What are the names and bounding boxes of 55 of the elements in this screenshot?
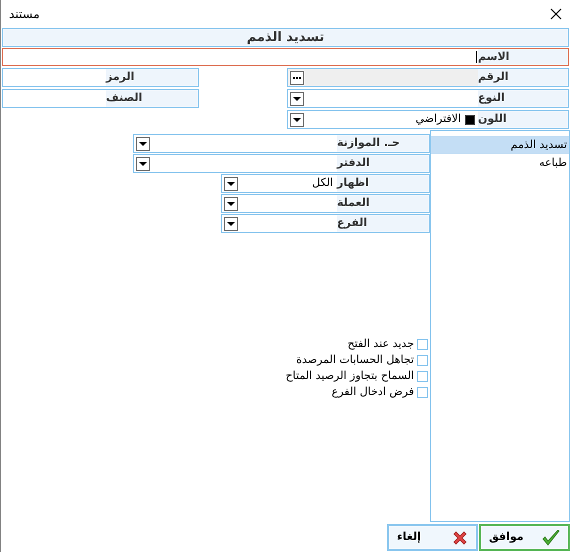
dropdown-button[interactable] [224, 196, 238, 210]
window-title: مستند [9, 6, 40, 23]
dropdown-button[interactable] [224, 176, 238, 190]
field-label: العملة [337, 195, 429, 212]
dropdown-button[interactable] [224, 216, 238, 230]
form-field[interactable]: اللون الافتراضي [287, 110, 569, 129]
ok-button[interactable]: موافق [479, 524, 570, 551]
sidebar-item[interactable]: طباعه [431, 154, 569, 172]
field-label: اظهار [337, 175, 429, 192]
field-label: حـ. الموازنة [337, 135, 429, 152]
checkbox-label: جديد عند الفتح [348, 336, 414, 352]
text-cursor [476, 51, 477, 63]
dropdown-button[interactable] [136, 156, 150, 170]
form-header: تسديد الذمم [2, 28, 569, 47]
checkbox[interactable] [417, 386, 428, 398]
close-icon[interactable] [550, 8, 562, 20]
field-label: الفرع [337, 215, 429, 232]
checkbox-label: السماح بتجاوز الرصيد المتاح [286, 368, 414, 384]
caret-icon [293, 96, 301, 100]
caret-icon [139, 142, 147, 146]
dropdown-field[interactable]: الفرع [221, 214, 430, 233]
text-field[interactable]: الرمز [2, 68, 199, 87]
text-field[interactable]: الصنف [2, 89, 199, 108]
dropdown-field[interactable]: اظهار الكل [221, 174, 430, 193]
checkbox-label: تجاهل الحسابات المرصدة [296, 352, 414, 368]
caret-icon [293, 118, 301, 122]
caret-icon [227, 182, 235, 186]
field-label: الاسم [478, 49, 568, 65]
caret-icon [227, 202, 235, 206]
field-label: النوع [478, 90, 568, 107]
name-field[interactable]: الاسم [2, 48, 569, 66]
color-value: الافتراضي [414, 111, 461, 128]
dropdown-value: الكل [311, 175, 334, 192]
dropdown-field[interactable]: العملة [221, 194, 430, 213]
checkbox[interactable] [417, 370, 428, 382]
form-field[interactable]: النوع [287, 89, 569, 108]
checkmark-icon [542, 530, 560, 546]
field-label: اللون [478, 111, 568, 128]
caret-icon [227, 222, 235, 226]
dropdown-button[interactable] [290, 92, 304, 106]
field-label: الرمز [106, 69, 198, 86]
close-icon [452, 530, 468, 546]
checkbox-label: فرض ادخال الفرع [332, 384, 414, 400]
field-label: الرقم [478, 69, 568, 86]
dropdown-button[interactable] [290, 112, 304, 126]
field-label: الدفتر [337, 155, 429, 172]
dropdown-field[interactable]: حـ. الموازنة [133, 134, 430, 153]
field-label: الصنف [106, 90, 198, 107]
checkbox[interactable] [417, 338, 428, 350]
sidebar-item[interactable]: تسديد الذمم [431, 136, 569, 154]
caret-icon [139, 162, 147, 166]
dropdown-field[interactable]: الدفتر [133, 154, 430, 173]
dropdown-button[interactable] [136, 136, 150, 150]
checkbox[interactable] [417, 354, 428, 366]
cancel-button[interactable]: إلغاء [387, 524, 478, 551]
